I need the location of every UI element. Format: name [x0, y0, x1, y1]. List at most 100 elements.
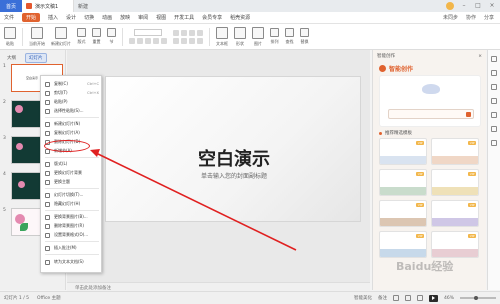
tab-outline[interactable]: 大纲 — [4, 54, 19, 62]
line-spacing-icon[interactable] — [197, 29, 203, 36]
minimize-icon[interactable]: – — [460, 2, 468, 10]
reset-button[interactable]: 重置 — [92, 28, 101, 45]
smart-beautify-button[interactable]: 智能美化 — [354, 295, 372, 301]
template-card[interactable]: VIP — [431, 231, 479, 258]
font-family-select[interactable] — [134, 29, 162, 36]
tab-document[interactable]: 演示文稿1 — [22, 0, 74, 12]
slide-title[interactable]: 空白演示 — [106, 145, 362, 171]
paste-button[interactable]: 粘贴 — [4, 26, 16, 47]
template-card[interactable]: VIP — [379, 200, 427, 227]
reading-view-icon[interactable] — [416, 295, 423, 301]
template-preview — [432, 156, 478, 164]
notes-toggle[interactable]: 备注 — [378, 295, 387, 301]
tab-home[interactable]: 首页 — [0, 0, 22, 12]
template-card[interactable]: VIP — [431, 169, 479, 196]
replace-button[interactable]: 替换 — [300, 28, 309, 45]
menu-item-home[interactable]: 开始 — [22, 13, 41, 22]
menu-item-cut[interactable]: 剪切(T) Ctrl+X — [41, 89, 103, 97]
avatar[interactable] — [446, 2, 454, 10]
menu-item-duplicate-slide[interactable]: 复制幻灯片(A) — [41, 129, 103, 137]
template-card[interactable]: VIP — [379, 169, 427, 196]
menu-item-design[interactable]: 设计 — [66, 14, 76, 21]
zoom-slider-handle[interactable] — [474, 295, 478, 300]
menu-item-slideshow[interactable]: 放映 — [120, 14, 130, 21]
menu-item-developer[interactable]: 开发工具 — [174, 14, 194, 21]
slideshow-play-icon[interactable] — [428, 294, 438, 302]
find-button[interactable]: 查找 — [285, 28, 294, 45]
help-icon[interactable] — [491, 140, 497, 146]
menu-item-insert-comment[interactable]: 插入批注(M) — [41, 244, 103, 252]
bold-icon[interactable] — [129, 38, 135, 44]
numbering-icon[interactable] — [181, 29, 187, 36]
menu-item-paste-special[interactable]: 选择性粘贴(S)... — [41, 107, 103, 115]
align-center-icon[interactable] — [181, 37, 187, 44]
tab-new[interactable]: 新建 — [74, 0, 104, 12]
menu-item-new-slide[interactable]: 新建幻灯片(N) — [41, 120, 103, 128]
bullets-icon[interactable] — [173, 29, 179, 36]
menu-item-delete-bg-image[interactable]: 删除背景图片(R) — [41, 222, 103, 230]
menu-item-transition[interactable]: 幻灯片切换(T)... — [41, 191, 103, 199]
close-icon[interactable]: × — [488, 2, 496, 10]
menu-item-hide-slide[interactable]: 隐藏幻灯片(H) — [41, 200, 103, 208]
picture-button[interactable]: 图片 — [252, 26, 264, 47]
zoom-level[interactable]: 46% — [444, 296, 454, 301]
settings-icon[interactable] — [491, 112, 497, 118]
menu-item-view[interactable]: 视图 — [156, 14, 166, 21]
slide-subtitle[interactable]: 单击输入您的封面副标题 — [106, 171, 362, 180]
template-card[interactable]: VIP — [379, 138, 427, 165]
align-right-icon[interactable] — [189, 37, 195, 44]
shape-button[interactable]: 形状 — [234, 26, 246, 47]
arrange-button[interactable]: 排列 — [270, 28, 279, 45]
template-card[interactable]: VIP — [431, 138, 479, 165]
collaborate-button[interactable]: 协作 — [466, 14, 476, 21]
template-card[interactable]: VIP — [379, 231, 427, 258]
menu-item-insert[interactable]: 插入 — [48, 14, 58, 21]
menu-item-paste[interactable]: 粘贴(P) — [41, 98, 103, 106]
current-slide[interactable]: 空白演示 单击输入您的封面副标题 — [105, 76, 361, 222]
flower-decoration — [18, 181, 25, 188]
maximize-icon[interactable]: □ — [474, 2, 482, 10]
menu-item-layout[interactable]: 版式(L) — [41, 160, 103, 168]
close-icon[interactable]: × — [478, 54, 482, 59]
indent-icon[interactable] — [189, 29, 195, 36]
layout-button[interactable]: 版式 — [77, 28, 86, 45]
ai-prompt-input[interactable] — [388, 109, 474, 119]
notes-pane[interactable]: 单击此处添加备注 — [67, 282, 370, 291]
textbox-button[interactable]: 文本框 — [216, 26, 228, 47]
menu-item-change-background[interactable]: 更换幻灯片背景 — [41, 169, 103, 177]
smart-creation-icon[interactable] — [491, 56, 497, 62]
section-button[interactable]: 节 — [107, 28, 116, 45]
menu-item-change-theme[interactable]: 更换主题 — [41, 178, 103, 186]
menu-item-copy[interactable]: 复制(C) Ctrl+C — [41, 80, 103, 88]
pen-icon[interactable] — [491, 70, 497, 76]
italic-icon[interactable] — [137, 38, 143, 44]
menu-item-review[interactable]: 审阅 — [138, 14, 148, 21]
justify-icon[interactable] — [197, 37, 203, 44]
strikethrough-icon[interactable] — [153, 38, 159, 44]
menu-item-animation[interactable]: 动画 — [102, 14, 112, 21]
shape-icon[interactable] — [491, 84, 497, 90]
underline-icon[interactable] — [145, 38, 151, 44]
zoom-slider[interactable] — [460, 295, 496, 300]
new-slide-button[interactable]: 新建幻灯片 — [51, 26, 71, 47]
menu-item-change-bg-image[interactable]: 更换背景图片(B)... — [41, 213, 103, 221]
animation-icon[interactable] — [491, 98, 497, 104]
theme-name[interactable]: Office 主题 — [37, 295, 61, 301]
font-color-icon[interactable] — [161, 38, 167, 44]
template-card[interactable]: VIP — [431, 200, 479, 227]
send-icon[interactable] — [466, 112, 471, 117]
sorter-view-icon[interactable] — [404, 295, 411, 301]
menu-item-member[interactable]: 会员专享 — [202, 14, 222, 21]
sync-status[interactable]: 未同步 — [443, 14, 458, 21]
menu-item-format-background[interactable]: 设置背景格式(O)... — [41, 231, 103, 239]
normal-view-icon[interactable] — [392, 295, 399, 301]
start-from-current-button[interactable]: 当前开始 — [29, 26, 45, 47]
share-icon[interactable] — [491, 126, 497, 132]
menu-item-transition[interactable]: 切换 — [84, 14, 94, 21]
menu-item-file[interactable]: 文件 — [4, 14, 14, 21]
menu-item-convert-to-text[interactable]: 转为文本文档(S) — [41, 258, 103, 266]
align-left-icon[interactable] — [173, 37, 179, 44]
menu-item-docer[interactable]: 稻壳资源 — [230, 14, 250, 21]
tab-slides[interactable]: 幻灯片 — [25, 53, 47, 63]
share-button[interactable]: 分享 — [484, 14, 494, 21]
